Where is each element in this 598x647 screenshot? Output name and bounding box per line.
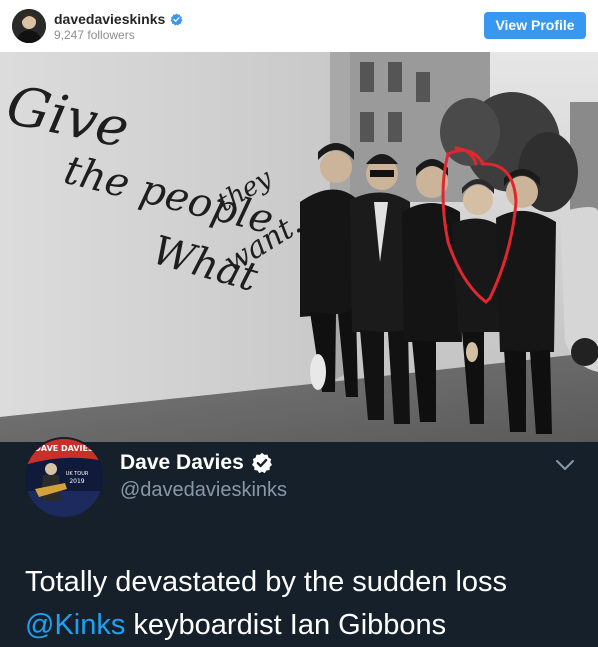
tweet-body: Totally devastated by the sudden loss @K… [25, 561, 595, 647]
tweet-author-name[interactable]: Dave Davies [120, 451, 244, 475]
tweet-author-row: Dave Davies [120, 451, 273, 475]
instagram-embed-header: davedavieskinks 9,247 followers View Pro… [0, 0, 598, 52]
username-row: davedavieskinks [54, 10, 183, 28]
chevron-down-icon[interactable] [554, 457, 576, 473]
tweet-text-line-1: Totally devastated by the sudden loss [25, 566, 508, 598]
username-link[interactable]: davedavieskinks [54, 11, 165, 27]
view-profile-button[interactable]: View Profile [484, 12, 586, 39]
tweet-author-handle[interactable]: @davedavieskinks [120, 479, 287, 502]
tweet-text-line-2: @Kinks keyboardist Ian Gibbons [25, 604, 595, 647]
verified-badge-icon [251, 452, 272, 474]
tweet-avatar[interactable]: DAVE DAVIES UK TOUR 2019 [23, 437, 105, 519]
follower-count: 9,247 followers [54, 28, 135, 42]
verified-badge-icon [170, 13, 183, 25]
avatar-year-text: 2019 [69, 478, 84, 485]
mention-link[interactable]: @Kinks [25, 609, 125, 641]
profile-avatar[interactable] [12, 9, 46, 43]
tweet-text-line-2-rest: keyboardist Ian Gibbons [125, 609, 447, 641]
band-photo-illustration: Give the people What they want. [0, 52, 598, 442]
avatar-title-text: DAVE DAVIES [34, 444, 94, 453]
tour-poster-avatar: DAVE DAVIES UK TOUR 2019 [25, 439, 103, 517]
avatar-tour-text: UK TOUR [66, 471, 89, 477]
post-photo[interactable]: Give the people What they want. [0, 52, 598, 442]
profile-photo [12, 9, 46, 43]
